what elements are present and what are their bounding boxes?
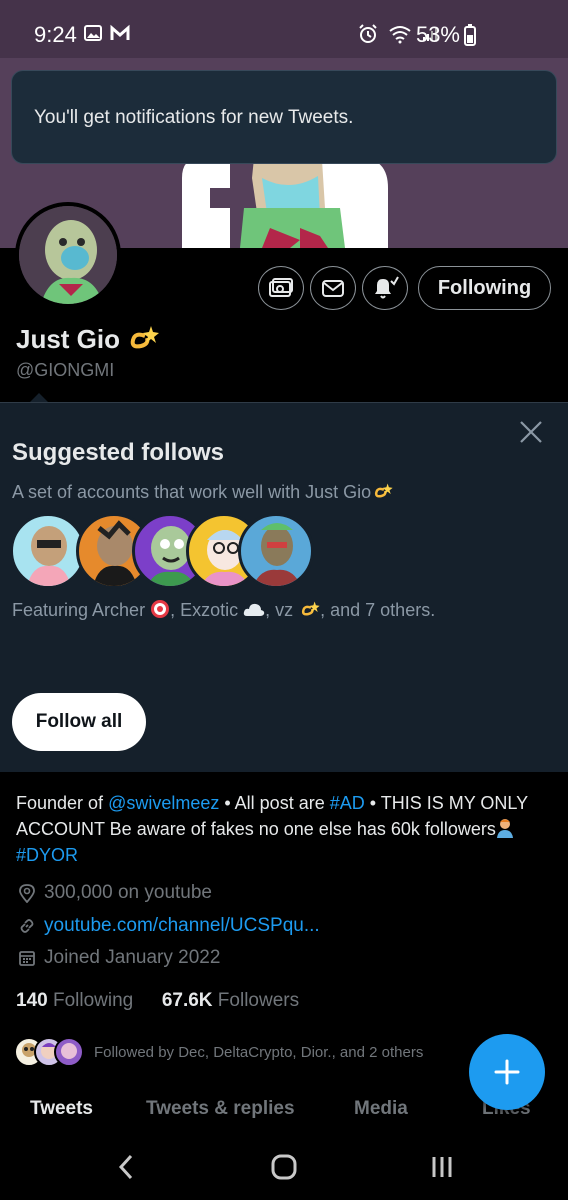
battery-percent: 53% bbox=[415, 22, 460, 47]
follow-counts: 140 Following 67.6K Followers bbox=[16, 990, 299, 1012]
bell-check-icon bbox=[375, 276, 399, 299]
wifi-icon bbox=[389, 26, 411, 44]
compose-tweet-button[interactable] bbox=[469, 1034, 545, 1110]
dizzy-emoji-icon bbox=[375, 483, 393, 498]
joined-row: Joined January 2022 bbox=[18, 947, 220, 969]
notification-toast[interactable]: You'll get notifications for new Tweets. bbox=[11, 70, 557, 164]
system-nav-bar bbox=[0, 1134, 568, 1200]
followers-count-link[interactable]: 67.6K Followers bbox=[162, 990, 299, 1011]
suggested-subtitle: A set of accounts that work well with Ju… bbox=[12, 481, 393, 503]
website-link[interactable]: youtube.com/channel/UCSPqu... bbox=[44, 915, 320, 937]
suggested-title: Suggested follows bbox=[12, 439, 225, 466]
bio-hashtag-link[interactable]: #DYOR bbox=[16, 845, 78, 865]
tab-tweets[interactable]: Tweets bbox=[30, 1098, 93, 1120]
cloud-emoji-icon bbox=[243, 603, 265, 616]
gmail-icon bbox=[110, 24, 130, 40]
plus-icon bbox=[494, 1059, 520, 1085]
location-text: 300,000 on youtube bbox=[44, 882, 212, 903]
toast-message: You'll get notifications for new Tweets. bbox=[34, 107, 354, 128]
home-circle-icon bbox=[271, 1154, 297, 1180]
following-count-link[interactable]: 140 Following bbox=[16, 990, 133, 1011]
joined-text: Joined January 2022 bbox=[44, 947, 221, 968]
subscribe-icon bbox=[269, 278, 293, 297]
bio-mention-link[interactable]: @swivelmeez bbox=[108, 793, 219, 813]
location-row: 300,000 on youtube bbox=[18, 882, 212, 904]
status-left-icons bbox=[84, 24, 130, 42]
gallery-icon bbox=[84, 25, 102, 41]
followed-by-row[interactable]: Followed by Dec, DeltaCrypto, Dior., and… bbox=[14, 1037, 423, 1067]
nav-back-button[interactable] bbox=[106, 1152, 146, 1182]
profile-handle: @GIONGMI bbox=[16, 360, 115, 380]
alarm-icon bbox=[359, 24, 377, 43]
target-emoji-icon bbox=[151, 600, 170, 618]
tab-media[interactable]: Media bbox=[354, 1098, 408, 1120]
message-button[interactable] bbox=[310, 266, 356, 310]
suggested-avatars[interactable] bbox=[10, 513, 314, 589]
suggested-featuring: Featuring Archer , Exzotic , vz , and 7 … bbox=[12, 600, 436, 620]
bio-hashtag-link[interactable]: #AD bbox=[330, 793, 365, 813]
suggested-follows-card: Suggested follows A set of accounts that… bbox=[0, 402, 568, 772]
following-button[interactable]: Following bbox=[418, 266, 551, 310]
suggested-avatar[interactable] bbox=[238, 513, 314, 589]
notifications-button[interactable] bbox=[362, 266, 408, 310]
close-icon[interactable] bbox=[518, 419, 544, 445]
website-row[interactable]: youtube.com/channel/UCSPqu... bbox=[18, 915, 320, 937]
dizzy-emoji-icon bbox=[130, 326, 159, 349]
envelope-icon bbox=[322, 280, 344, 297]
avatar-art bbox=[19, 206, 117, 304]
calendar-icon bbox=[19, 951, 35, 966]
followed-by-text: Followed by Dec, DeltaCrypto, Dior., and… bbox=[94, 1043, 424, 1061]
followed-by-avatar bbox=[54, 1037, 84, 1067]
status-time: 9:24 bbox=[34, 22, 77, 47]
follow-all-button[interactable]: Follow all bbox=[12, 693, 146, 751]
location-pin-icon bbox=[19, 884, 35, 903]
link-icon bbox=[20, 919, 34, 933]
dizzy-emoji-icon bbox=[302, 601, 320, 616]
nav-home-button[interactable] bbox=[264, 1152, 304, 1182]
subscribe-button[interactable] bbox=[258, 266, 304, 310]
chevron-left-icon bbox=[118, 1154, 133, 1180]
person-emoji-icon bbox=[496, 819, 513, 838]
suggested-avatar[interactable] bbox=[10, 513, 86, 589]
nav-recents-button[interactable] bbox=[422, 1152, 462, 1182]
tab-tweets-replies[interactable]: Tweets & replies bbox=[146, 1098, 295, 1120]
display-name: Just Gio bbox=[16, 324, 121, 354]
battery-icon bbox=[464, 24, 476, 46]
profile-bio: Founder of @swivelmeez • All post are #A… bbox=[16, 793, 528, 865]
recents-icon bbox=[432, 1157, 452, 1177]
profile-avatar[interactable] bbox=[15, 202, 121, 308]
